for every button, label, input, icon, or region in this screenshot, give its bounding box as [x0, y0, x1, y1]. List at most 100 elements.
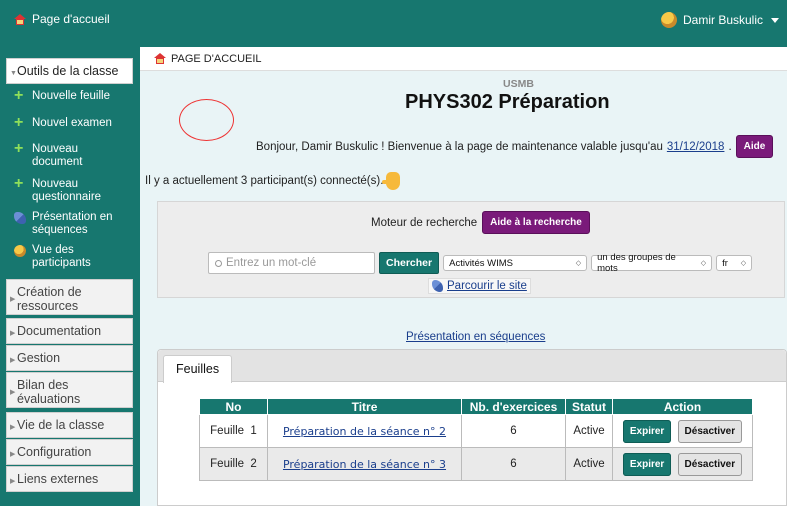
- sidebar-section-label: Configuration: [17, 445, 92, 459]
- search-help-button[interactable]: Aide à la recherche: [482, 211, 590, 234]
- sidebar-section-label: Documentation: [17, 324, 102, 338]
- sidebar-section-bilan[interactable]: ▶ Bilan des évaluations: [6, 372, 133, 408]
- tabs-panel: Feuilles No Titre Nb. d'exercices Statut…: [157, 349, 787, 506]
- triangle-right-icon: ▶: [10, 357, 16, 364]
- column-header: Nb. d'exercices: [461, 398, 566, 415]
- user-name: Damir Buskulic: [682, 13, 763, 27]
- triangle-right-icon: ▶: [10, 451, 16, 458]
- sidebar-section-label: Gestion: [17, 351, 61, 365]
- sidebar-section-configuration[interactable]: ▶ Configuration: [6, 439, 133, 465]
- search-button[interactable]: Chercher: [379, 252, 440, 274]
- sidebar-section-vie-classe[interactable]: ▶ Vie de la classe: [6, 412, 133, 438]
- sidebar-section-liens-externes[interactable]: ▶ Liens externes: [6, 466, 133, 492]
- sheet-title-cell: Préparation de la séance n° 2: [267, 414, 462, 448]
- sidebar-item-nouvel-examen[interactable]: + Nouvel examen: [14, 115, 136, 131]
- connected-text: Il y a actuellement 3 participant(s) con…: [145, 175, 384, 187]
- search-placeholder: Entrez un mot-clé: [226, 257, 317, 269]
- search-row: Entrez un mot-clé Chercher Activités WIM…: [208, 252, 753, 274]
- main-area: PAGE D'ACCUEIL USMB PHYS302 Préparation …: [140, 47, 787, 506]
- scope-select-value: Activités WIMS: [449, 257, 513, 269]
- actions-cell: Expirer Désactiver: [612, 447, 753, 481]
- participants-icon: [14, 245, 26, 257]
- updown-arrows-icon: ◇: [740, 260, 747, 267]
- browse-site-link[interactable]: Parcourir le site: [447, 280, 527, 292]
- browse-icon: [432, 280, 443, 292]
- sheet-number: Feuille 1: [199, 414, 268, 448]
- expiry-date-link[interactable]: 31/12/2018: [667, 141, 725, 153]
- triangle-down-icon: ▼: [10, 70, 17, 77]
- user-menu[interactable]: Damir Buskulic: [660, 12, 779, 28]
- sidebar-item-label: Nouvel examen: [32, 117, 112, 129]
- plus-icon: +: [14, 87, 24, 104]
- help-button[interactable]: Aide: [735, 135, 774, 158]
- sidebar-item-presentation-sequences[interactable]: Présentation en séquences: [14, 211, 136, 237]
- tabs-bar: Feuilles: [158, 350, 786, 383]
- scope-select[interactable]: Activités WIMS ◇: [443, 255, 588, 271]
- sheet-title-link[interactable]: Préparation de la séance n° 2: [283, 425, 446, 438]
- sidebar-item-label: Nouveau questionnaire: [32, 178, 102, 203]
- updown-arrows-icon: ◇: [575, 260, 582, 267]
- sheets-table: No Titre Nb. d'exercices Statut Action F…: [199, 398, 753, 481]
- search-panel: Moteur de recherche Aide à la recherche …: [157, 201, 785, 298]
- sidebar-item-nouvelle-feuille[interactable]: + Nouvelle feuille: [14, 87, 136, 104]
- hand-icon: [382, 172, 401, 190]
- home-icon: [154, 53, 166, 64]
- sequences-link[interactable]: Présentation en séquences: [406, 331, 545, 343]
- triangle-right-icon: ▶: [10, 330, 16, 337]
- exercise-count: 6: [461, 414, 566, 448]
- top-bar: Page d'accueil Damir Buskulic: [0, 0, 787, 47]
- search-input[interactable]: Entrez un mot-clé: [208, 252, 375, 274]
- triangle-right-icon: ▶: [10, 296, 16, 303]
- welcome-sep: .: [728, 140, 732, 153]
- expire-button[interactable]: Expirer: [622, 420, 672, 443]
- presentation-icon: [14, 212, 26, 224]
- search-title: Moteur de recherche: [371, 216, 478, 229]
- mode-select[interactable]: un des groupes de mots ◇: [591, 252, 713, 274]
- sidebar-section-label: Création de ressources: [17, 285, 82, 313]
- sidebar-section-documentation[interactable]: ▶ Documentation: [6, 318, 133, 344]
- actions-cell: Expirer Désactiver: [612, 414, 753, 448]
- column-header: Action: [612, 398, 753, 415]
- triangle-right-icon: ▶: [10, 478, 16, 485]
- search-icon: [215, 259, 222, 267]
- sidebar-item-label: Vue des participants: [32, 244, 91, 269]
- deactivate-button[interactable]: Désactiver: [677, 453, 743, 476]
- sheet-status: Active: [565, 447, 613, 481]
- sidebar-item-nouveau-document[interactable]: + Nouveau document: [14, 140, 136, 169]
- sidebar-section-label: Outils de la classe: [17, 64, 119, 78]
- page-content: USMB PHYS302 Préparation Bonjour, Damir …: [140, 71, 787, 506]
- tab-feuilles[interactable]: Feuilles: [163, 355, 233, 383]
- connected-participants: Il y a actuellement 3 participant(s) con…: [145, 172, 401, 190]
- sidebar-section-label: Liens externes: [17, 472, 99, 486]
- sheet-status: Active: [565, 414, 613, 448]
- language-select-value: fr: [722, 257, 728, 269]
- triangle-right-icon: ▶: [10, 424, 16, 431]
- page-title: PHYS302 Préparation: [405, 91, 610, 113]
- plus-icon: +: [14, 140, 24, 157]
- sheet-title-link[interactable]: Préparation de la séance n° 3: [283, 458, 446, 471]
- sidebar-item-label: Nouveau document: [32, 143, 83, 168]
- sidebar-item-label: Présentation en séquences: [32, 211, 113, 236]
- browse-site[interactable]: Parcourir le site: [428, 278, 531, 294]
- updown-arrows-icon: ◇: [700, 260, 707, 267]
- organization-label: USMB: [503, 78, 534, 90]
- home-label: Page d'accueil: [32, 12, 110, 26]
- plus-icon: +: [14, 175, 24, 192]
- welcome-message: Bonjour, Damir Buskulic ! Bienvenue à la…: [256, 135, 774, 158]
- user-avatar-icon: [660, 12, 677, 28]
- sidebar-section-outils[interactable]: ▼ Outils de la classe: [6, 58, 133, 84]
- breadcrumb: PAGE D'ACCUEIL: [140, 47, 787, 71]
- language-select[interactable]: fr ◇: [716, 255, 753, 271]
- sidebar: ▼ Outils de la classe + Nouvelle feuille…: [0, 47, 140, 506]
- sidebar-item-label: Nouvelle feuille: [32, 90, 110, 102]
- breadcrumb-home-link[interactable]: PAGE D'ACCUEIL: [171, 53, 262, 65]
- column-header: Statut: [565, 398, 613, 415]
- home-link[interactable]: Page d'accueil: [14, 12, 110, 26]
- sidebar-item-nouveau-questionnaire[interactable]: + Nouveau questionnaire: [14, 175, 136, 204]
- sidebar-section-creation[interactable]: ▶ Création de ressources: [6, 279, 133, 315]
- expire-button[interactable]: Expirer: [622, 453, 672, 476]
- sidebar-section-label: Vie de la classe: [17, 418, 105, 432]
- sidebar-item-vue-participants[interactable]: Vue des participants: [14, 244, 136, 270]
- sidebar-section-gestion[interactable]: ▶ Gestion: [6, 345, 133, 371]
- deactivate-button[interactable]: Désactiver: [677, 420, 743, 443]
